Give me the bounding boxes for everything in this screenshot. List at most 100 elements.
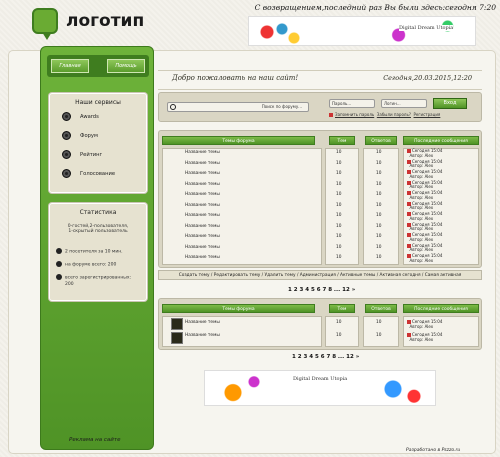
- pagination[interactable]: 1 2 3 4 5 6 7 8 ... 12 »: [288, 287, 355, 293]
- topic-count: 10: [336, 150, 342, 155]
- stats-box: Статистика 0-гостей,2-пользователя, 1-ск…: [49, 203, 147, 301]
- post-icon: [407, 333, 411, 337]
- topic-count: 10: [336, 333, 342, 338]
- services-title: Наши сервисы: [75, 99, 121, 106]
- topic-title-link[interactable]: Название темы: [185, 320, 220, 325]
- last-post[interactable]: Сегодня 15:04 Автор: Alex: [407, 232, 442, 242]
- header-replies: Ответов: [365, 136, 397, 145]
- last-post[interactable]: Сегодня 15:04 Автор: Alex: [407, 211, 442, 221]
- main-content: Добро пожаловать на наш сайт! Сегодня,20…: [158, 58, 482, 450]
- remember-row: Запомнить пароль Забыли пароль? Регистра…: [329, 112, 440, 117]
- banner-art-left: [249, 17, 309, 45]
- post-icon: [407, 149, 411, 153]
- banner-text: Digital Dream Utopia: [399, 25, 454, 31]
- reply-count: 10: [376, 255, 382, 260]
- topic-title-link[interactable]: Название темы: [185, 333, 220, 338]
- post-icon: [407, 180, 411, 185]
- nav-help-button[interactable]: Помощь: [107, 59, 145, 73]
- post-icon: [407, 170, 411, 174]
- service-vote[interactable]: Голосование: [62, 169, 115, 178]
- film-reel-icon: [62, 150, 71, 159]
- last-post[interactable]: Сегодня 15:04 Автор: Alex: [407, 169, 442, 179]
- header-replies-2: Ответов: [365, 304, 397, 313]
- stats-row-2: на форуме всего: 200: [56, 261, 116, 268]
- top-banner[interactable]: Digital Dream Utopia: [248, 16, 476, 46]
- post-icon: [407, 320, 411, 324]
- login-button[interactable]: Вход: [433, 98, 467, 109]
- topic-title-link[interactable]: Название темы: [185, 255, 220, 260]
- search-icon: [170, 104, 176, 110]
- services-box: Наши сервисы Awards Форум Рейтинг Голосо…: [49, 93, 147, 193]
- last-post[interactable]: Сегодня 15:04 Автор: Alex: [407, 180, 442, 190]
- topic-title-link[interactable]: Название темы: [185, 161, 220, 166]
- count-column-2: [325, 316, 359, 347]
- reply-count: 10: [376, 320, 382, 325]
- bottom-banner[interactable]: Digital Dream Utopia: [204, 370, 436, 406]
- check-icon: [56, 261, 62, 267]
- banner-art-right: [379, 17, 475, 45]
- top-nav: Главная Помощь: [47, 55, 149, 77]
- topic-count: 10: [336, 255, 342, 260]
- password-input[interactable]: Пароль...: [329, 99, 375, 108]
- reply-count: 10: [376, 160, 382, 166]
- service-forum[interactable]: Форум: [62, 131, 98, 140]
- reply-count: 10: [376, 223, 382, 229]
- last-post[interactable]: Сегодня 15:04 Автор: Alex: [407, 319, 442, 329]
- header-count: Тем: [329, 136, 355, 145]
- post-icon: [407, 159, 411, 164]
- topic-title-link[interactable]: Название темы: [185, 213, 220, 218]
- stats-line-2: 1-скрытый пользователь: [68, 229, 128, 234]
- last-post[interactable]: Сегодня 15:04 Автор: Alex: [407, 201, 442, 211]
- forum-table-2: Темы форума Тем Ответов Последние сообще…: [158, 298, 482, 350]
- reply-count: 10: [376, 150, 382, 155]
- logo-icon: [32, 8, 58, 40]
- last-post[interactable]: Сегодня 15:04 Автор: Alex: [407, 332, 442, 342]
- topic-count: 10: [336, 192, 342, 197]
- last-post[interactable]: Сегодня 15:04 Автор: Alex: [407, 148, 442, 158]
- topic-title-link[interactable]: Название темы: [185, 245, 220, 250]
- topic-title-link[interactable]: Название темы: [185, 171, 220, 176]
- post-icon: [407, 222, 411, 227]
- header-topics: Темы форума: [162, 136, 315, 145]
- topic-count: 10: [336, 171, 342, 176]
- developer-credit[interactable]: Разработано в Pszzo.ru: [406, 448, 460, 453]
- topic-title-link[interactable]: Название темы: [185, 182, 220, 187]
- film-reel-icon: [62, 112, 71, 121]
- topic-title-link[interactable]: Название темы: [185, 203, 220, 208]
- topic-count: 10: [336, 320, 342, 325]
- last-post[interactable]: Сегодня 15:04 Автор: Alex: [407, 222, 442, 232]
- stats-row-3: всего зарегистрированных:: [56, 274, 131, 281]
- header-last: Последние сообщения: [403, 136, 479, 145]
- last-post[interactable]: Сегодня 15:04 Автор: Alex: [407, 253, 442, 263]
- reply-count: 10: [376, 181, 382, 187]
- reply-count: 10: [376, 192, 382, 197]
- topic-count: 10: [336, 181, 342, 187]
- reply-count: 10: [376, 234, 382, 239]
- topic-title-link[interactable]: Название темы: [185, 234, 220, 239]
- service-rating[interactable]: Рейтинг: [62, 150, 102, 159]
- header-topics-2: Темы форума: [162, 304, 315, 313]
- reply-count: 10: [376, 213, 382, 218]
- ads-link[interactable]: Реклама на сайте: [69, 437, 120, 443]
- service-awards[interactable]: Awards: [62, 112, 99, 121]
- login-input[interactable]: Логин...: [381, 99, 427, 108]
- date-text: Сегодня,20.03.2015,12:20: [383, 74, 472, 82]
- last-post[interactable]: Сегодня 15:04 Автор: Alex: [407, 243, 442, 253]
- topic-actions[interactable]: Создать тему / Редактировать тему / Удал…: [158, 270, 482, 280]
- topic-count: 10: [336, 244, 342, 250]
- banner-text: Digital Dream Utopia: [293, 376, 348, 382]
- post-icon: [407, 254, 411, 258]
- post-icon: [407, 191, 411, 195]
- topic-title-link[interactable]: Название темы: [185, 224, 220, 229]
- checkbox[interactable]: [329, 113, 333, 117]
- search-input[interactable]: Поиск по форуму...: [167, 102, 309, 112]
- last-post[interactable]: Сегодня 15:04 Автор: Alex: [407, 159, 442, 169]
- pagination-2[interactable]: 1 2 3 4 5 6 7 8 ... 12 »: [292, 354, 359, 360]
- nav-home-button[interactable]: Главная: [51, 59, 89, 73]
- sidebar: Главная Помощь Наши сервисы Awards Форум…: [40, 46, 154, 450]
- last-post[interactable]: Сегодня 15:04 Автор: Alex: [407, 190, 442, 200]
- topic-title-link[interactable]: Название темы: [185, 150, 220, 155]
- next-icon: »: [351, 287, 356, 293]
- reply-count: 10: [376, 333, 382, 338]
- topic-title-link[interactable]: Название темы: [185, 192, 220, 197]
